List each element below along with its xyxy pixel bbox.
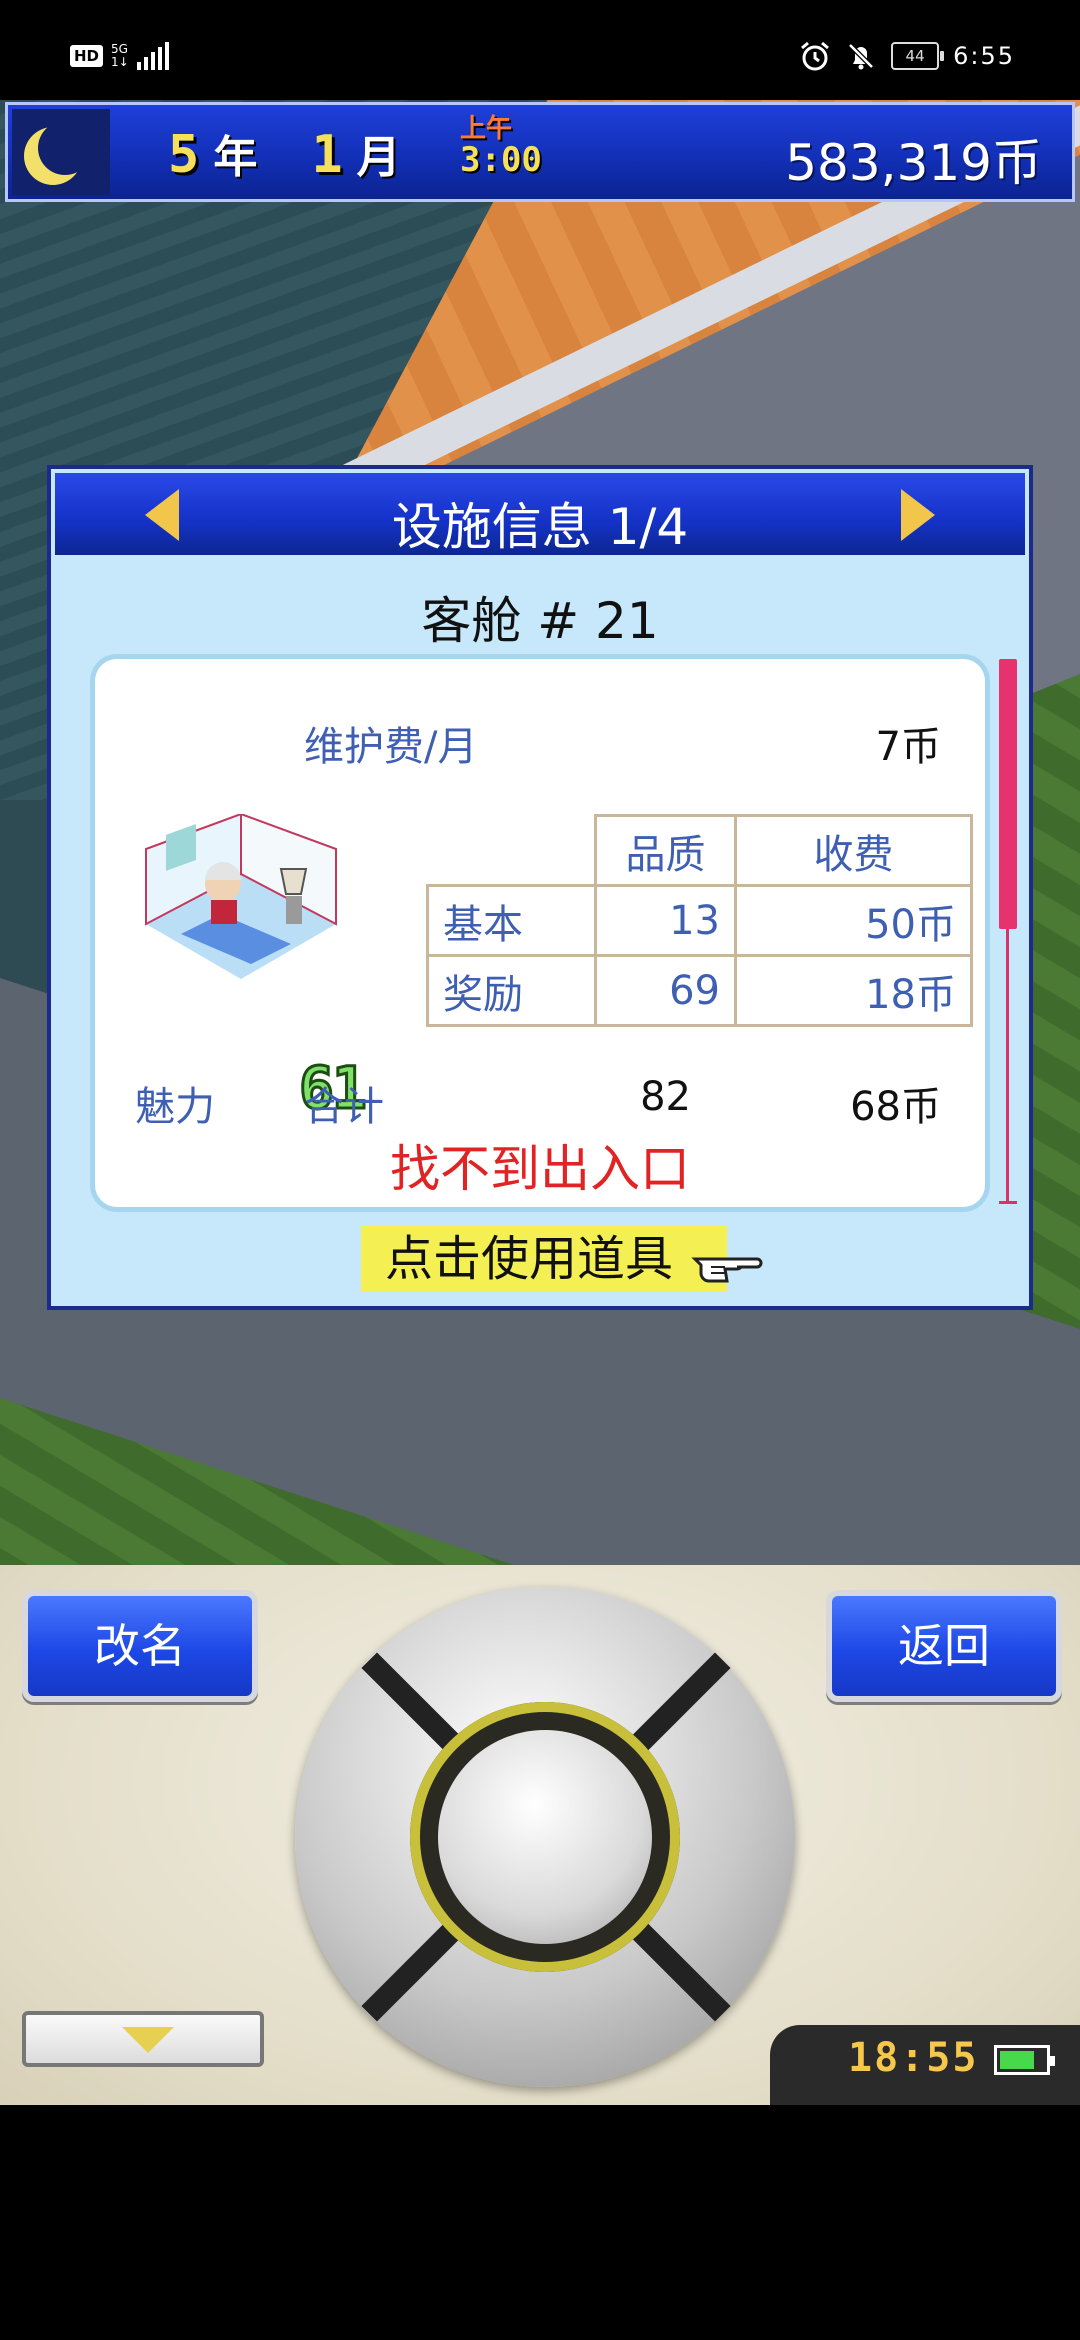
table-header-cell	[427, 815, 597, 887]
network-type: 5G 1↓	[111, 43, 129, 69]
signal-icon	[136, 42, 169, 70]
row-label: 奖励	[426, 954, 597, 1027]
battery-indicator: 44	[891, 42, 945, 70]
maintenance-value: 7币	[875, 724, 941, 770]
status-right: 44 6:55	[799, 40, 1015, 72]
table-row: 基本 13 50币	[426, 884, 973, 957]
triangle-down-icon	[122, 2027, 174, 2053]
game-date: 5 年 1 月	[168, 121, 401, 185]
year-unit: 年	[213, 132, 258, 183]
moon-icon	[38, 121, 92, 175]
status-bar: HD 5G 1↓ 44 6:55	[0, 0, 1080, 100]
total-fee: 68币	[850, 1084, 941, 1130]
rename-button[interactable]: 改名	[22, 1590, 258, 1702]
game-clock-panel: 18:55	[770, 2025, 1080, 2105]
top-hud: 5 年 1 月 上午 3:00 583,319币	[5, 102, 1075, 202]
facility-info-dialog: 设施信息 1/4 客舱 # 21 维护费/月 7币 品质 收费 基本 13 50…	[47, 465, 1033, 1310]
scrollbar-thumb[interactable]	[999, 659, 1017, 929]
ampm-label: 上午	[460, 114, 513, 144]
cabin-room-icon	[145, 814, 337, 979]
back-button[interactable]: 返回	[826, 1590, 1062, 1702]
quality-value: 69	[594, 954, 737, 1027]
table-header-cell: 品质	[594, 814, 737, 887]
next-page-arrow-icon[interactable]	[901, 489, 935, 541]
total-label: 合计	[304, 1084, 384, 1130]
total-quality: 82	[640, 1074, 691, 1120]
quality-value: 13	[594, 884, 737, 957]
network-sub-label: 1↓	[111, 55, 129, 69]
month-unit: 月	[356, 132, 401, 183]
time-value: 3:00	[460, 140, 542, 180]
fee-value: 18币	[734, 954, 973, 1027]
table-row: 奖励 69 18币	[426, 954, 973, 1027]
scroll-down-button[interactable]	[22, 2011, 264, 2067]
dpad[interactable]	[295, 1587, 795, 2087]
status-left: HD 5G 1↓	[70, 42, 169, 70]
month-value: 1	[311, 125, 343, 185]
dialog-header: 设施信息 1/4	[55, 473, 1025, 556]
maintenance-label: 维护费/月	[304, 724, 478, 770]
pointing-hand-icon	[691, 1257, 763, 1283]
use-item-button[interactable]: 点击使用道具	[361, 1226, 727, 1292]
row-label: 基本	[426, 884, 597, 957]
fee-value: 50币	[734, 884, 973, 957]
table-header-cell: 收费	[734, 814, 973, 887]
game-clock: 18:55	[848, 2035, 979, 2081]
year-value: 5	[168, 125, 200, 185]
bottom-area	[0, 2105, 1080, 2340]
status-time: 6:55	[953, 42, 1015, 70]
network-label: 5G	[111, 42, 128, 56]
stats-table: 品质 收费 基本 13 50币 奖励 69 18币	[426, 814, 973, 1027]
room-name[interactable]: 客舱 # 21	[51, 581, 1029, 653]
game-time: 上午 3:00	[460, 115, 542, 177]
money-display: 583,319币	[785, 134, 1042, 192]
charm-label: 魅力	[135, 1084, 215, 1130]
scrollbar-end	[999, 1201, 1017, 1204]
no-entrance-warning: 找不到出入口	[390, 1140, 690, 1198]
hd-badge: HD	[70, 45, 104, 67]
dpad-center-button[interactable]	[438, 1730, 652, 1944]
controller-panel: 改名 返回 18:55	[0, 1565, 1080, 2105]
battery-icon	[994, 2045, 1055, 2075]
alarm-icon	[801, 41, 830, 71]
dialog-title: 设施信息 1/4	[391, 498, 689, 556]
table-header-row: 品质 收费	[427, 814, 973, 887]
night-indicator	[12, 109, 110, 195]
bell-off-icon	[848, 43, 874, 70]
